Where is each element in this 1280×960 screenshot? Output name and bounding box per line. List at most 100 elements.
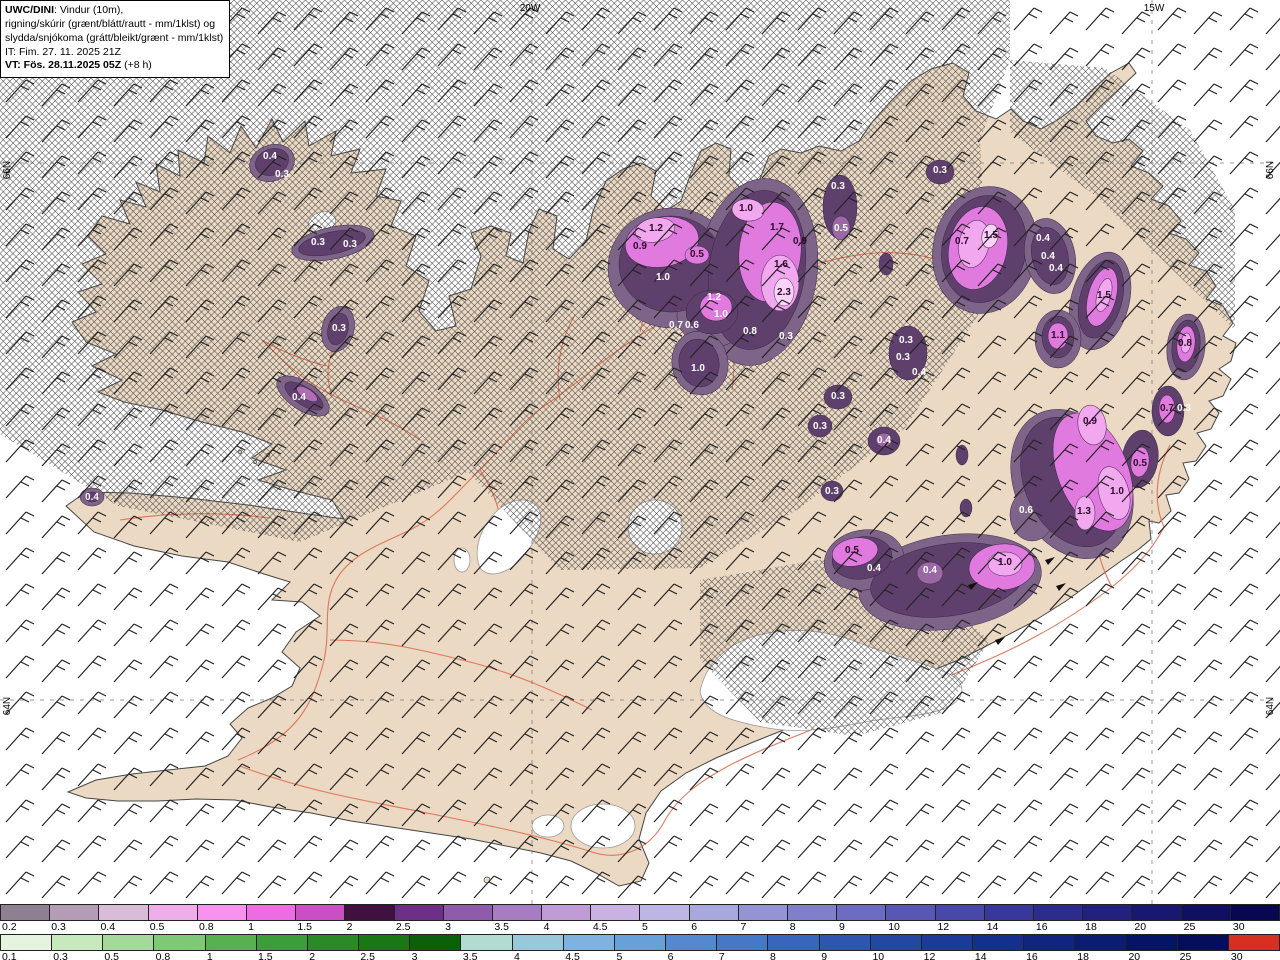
colorbar-tick-label: 0.2 — [2, 921, 17, 933]
precip-value-label: 0.4 — [85, 492, 99, 503]
colorbar-cell — [1132, 905, 1182, 920]
colorbar-cell — [972, 935, 1025, 950]
colorbar-cell — [50, 905, 100, 920]
colorbar-tick-label: 7 — [740, 921, 747, 933]
colorbar-tick-label: 14 — [974, 951, 987, 960]
precip-value-label: 0.7 — [955, 236, 969, 247]
colorbar-cell — [984, 905, 1034, 920]
precip-value-label: 0.5 — [834, 223, 848, 234]
precip-blob — [955, 444, 969, 466]
precip-value-label: 1.5 — [1097, 290, 1111, 301]
colorbar-tick-label: 14 — [986, 921, 999, 933]
colorbar-cell — [1024, 935, 1076, 950]
precip-value-label: 1.0 — [998, 557, 1012, 568]
colorbar-sleet-ticks: 0.2 0.3 0.4 0.5 0.8 1 1.5 2 2.5 3 3.5 4 4.5 5 6 7 8 9 10 12… — [0, 921, 1280, 934]
colorbar-cell — [99, 905, 149, 920]
colorbar-tick-label: 0.5 — [104, 951, 120, 960]
colorbar-tick-label: 9 — [821, 951, 828, 960]
colorbar-tick-label: 8 — [789, 921, 796, 933]
title-line-product: UWC/DINI: Vindur (10m), — [5, 4, 223, 18]
precip-value-label: 0.9 — [633, 241, 647, 252]
valid-time-bold: VT: Fös. 28.11.2025 05Z — [5, 59, 122, 72]
colorbar-tick-label: 0.3 — [53, 951, 68, 960]
colorbar-cell — [103, 935, 155, 950]
colorbar-tick-label: 20 — [1134, 921, 1147, 933]
colorbar-tick-label: 18 — [1085, 921, 1097, 933]
precip-value-label: 0.9 — [793, 236, 807, 247]
colorbar-cell — [1228, 935, 1280, 950]
colorbar-tick-label: 0.5 — [149, 921, 165, 933]
colorbar-cell — [1083, 905, 1133, 920]
colorbar-tick-label: 30 — [1232, 921, 1245, 933]
colorbar-cell — [394, 905, 444, 920]
colorbar-tick-label: 5 — [616, 951, 623, 960]
lat-label-right-top: 66N — [1265, 161, 1276, 179]
precip-value-label: 0.4 — [867, 563, 881, 574]
colorbar-tick-label: 3.5 — [494, 921, 509, 933]
colorbar-cell — [246, 905, 297, 920]
colorbar-cell — [1033, 905, 1084, 920]
colorbar-cell — [148, 905, 198, 920]
forecast-title-box: UWC/DINI: Vindur (10m), rigning/skúrir (… — [0, 0, 231, 79]
colorbar-cell — [256, 935, 308, 950]
colorbar-tick-label: 30 — [1230, 951, 1243, 960]
colorbar-tick-label: 4 — [543, 921, 550, 933]
colorbar-tick-label: 12 — [923, 951, 936, 960]
precip-value-label: 0.3 — [332, 323, 346, 334]
colorbar-tick-label: 8 — [770, 951, 776, 960]
valid-time: VT: Fös. 28.11.2025 05Z (+8 h) — [5, 59, 223, 73]
product-name: UWC/DINI — [5, 4, 54, 16]
colorbar-tick-label: 2.5 — [395, 921, 411, 933]
precip-value-label: 0.3 — [779, 331, 793, 342]
colorbar-tick-label: 6 — [667, 951, 674, 960]
precip-value-label: 1.6 — [774, 259, 788, 270]
precip-value-label: 0.3 — [831, 391, 845, 402]
colorbar-legend: 0.2 0.3 0.4 0.5 0.8 1 1.5 2 2.5 3 3.5 4 4.5 5 6 7 8 9 10 12… — [0, 904, 1280, 960]
precip-value-label: 0.3 — [343, 239, 357, 250]
lat-label-left-top: 66N — [2, 161, 13, 179]
colorbar-cell — [1181, 905, 1231, 920]
colorbar-rain-ticks: 0.1 0.3 0.5 0.8 1 1.5 2 2.5 3 3.5 4 4.5 5 6 7 8 9 10 12 14 1… — [0, 951, 1280, 960]
precip-value-label: 0.4 — [1041, 251, 1055, 262]
colorbar-tick-label: 0.8 — [198, 921, 214, 933]
colorbar-cell — [1230, 905, 1280, 920]
title-variable: : Vindur (10m), — [54, 4, 124, 16]
colorbar-cell — [689, 905, 739, 920]
colorbar-tick-label: 9 — [838, 921, 845, 933]
colorbar-cell — [461, 935, 513, 950]
colorbar-cell — [359, 935, 411, 950]
colorbar-tick-label: 4.5 — [565, 951, 580, 960]
colorbar-tick-label: 20 — [1128, 951, 1141, 960]
colorbar-cell — [345, 905, 395, 920]
precip-value-label: 0.6 — [1019, 505, 1033, 516]
colorbar-tick-label: 10 — [888, 921, 900, 933]
colorbar-tick-label: 16 — [1026, 951, 1038, 960]
precip-value-label: 2.3 — [777, 287, 791, 298]
colorbar-cell — [1126, 935, 1178, 950]
lon-label-20w: 20W — [520, 3, 541, 14]
colorbar-tick-label: 1 — [248, 921, 255, 933]
precip-value-label: 0.3 — [831, 181, 845, 192]
colorbar-cell — [768, 935, 820, 950]
colorbar-cell — [512, 935, 564, 950]
colorbar-tick-label: 1.5 — [258, 951, 273, 960]
colorbar-tick-label: 18 — [1077, 951, 1089, 960]
colorbar-cell — [666, 935, 718, 950]
precip-value-label: 0.3 — [813, 421, 827, 432]
colorbar-cell — [307, 935, 360, 950]
precip-value-label: 0.4 — [263, 151, 277, 162]
precip-value-label: 0.7 — [1160, 403, 1174, 414]
init-time: IT: Fim. 27. 11. 2025 21Z — [5, 45, 121, 58]
iceland-map: 0.40.30.3 0.30.30.40.41.20.90.51.01.01.70… — [0, 0, 1280, 904]
colorbar-cell — [870, 935, 922, 950]
colorbar-tick-label: 0.4 — [100, 921, 116, 933]
precip-value-label: 0.5 — [1133, 458, 1147, 469]
colorbar-tick-label: 10 — [872, 951, 885, 960]
precip-value-label: 0.6 — [685, 320, 699, 331]
colorbar-tick-label: 0.8 — [155, 951, 171, 960]
colorbar-cell — [1, 905, 51, 920]
colorbar-tick-label: 7 — [718, 951, 725, 960]
precip-value-label: 0.5 — [690, 249, 704, 260]
title-line-sleet: slydda/snjókoma (grátt/bleikt/grænt - mm… — [5, 31, 224, 44]
precip-blob — [959, 498, 973, 518]
